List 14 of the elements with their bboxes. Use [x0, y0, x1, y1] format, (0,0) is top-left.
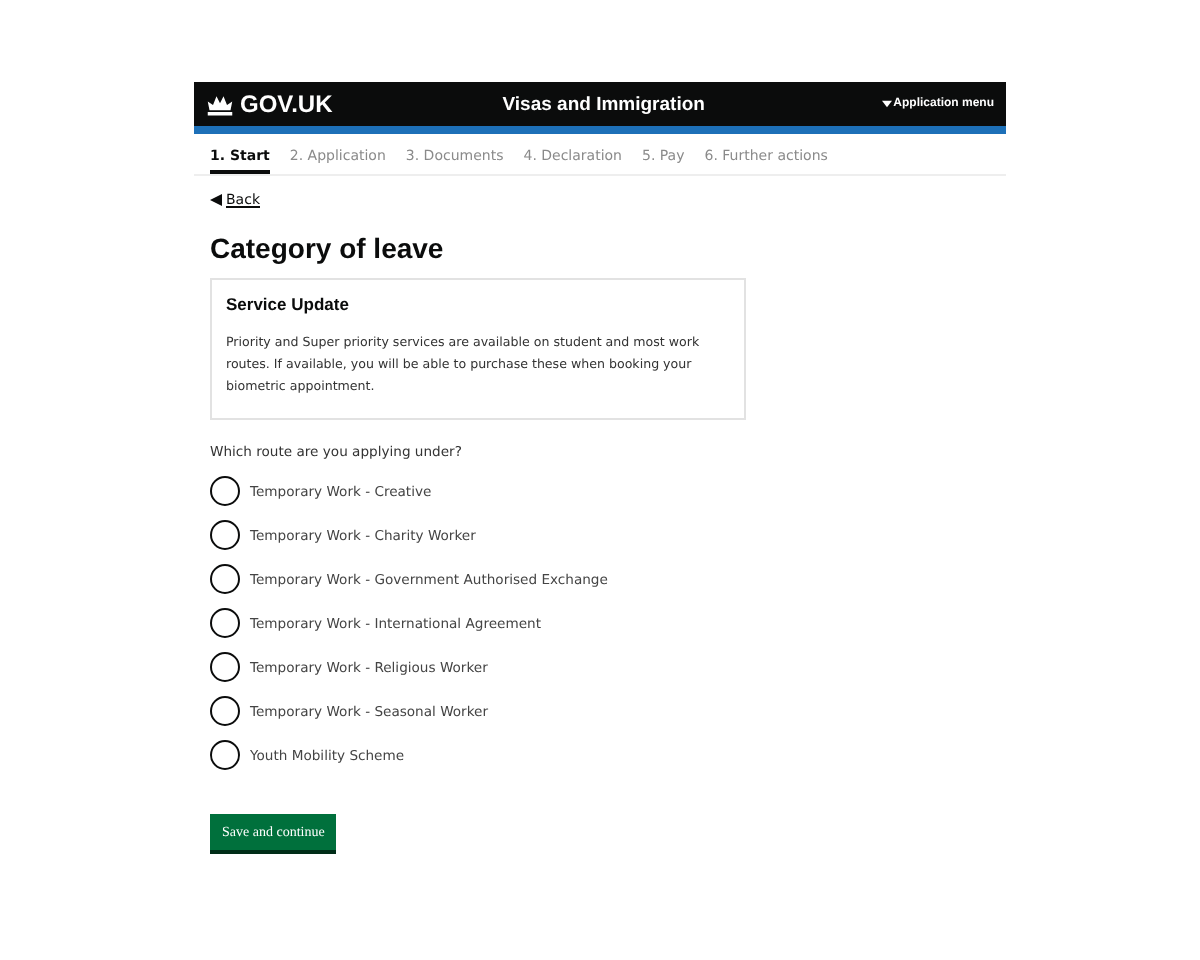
radio-button[interactable]: [210, 652, 240, 682]
radio-button[interactable]: [210, 696, 240, 726]
back-arrow-icon: [210, 194, 222, 206]
radio-button[interactable]: [210, 520, 240, 550]
radio-button[interactable]: [210, 564, 240, 594]
service-name: Visas and Immigration: [502, 93, 705, 115]
radio-button[interactable]: [210, 476, 240, 506]
caret-icon: [881, 100, 892, 108]
page-title: Category of leave: [210, 232, 446, 264]
radio-button[interactable]: [210, 740, 240, 770]
notice-heading: Service Update: [226, 294, 351, 314]
logo-text[interactable]: GOV.UK: [240, 90, 333, 118]
radio-button[interactable]: [210, 608, 240, 638]
crown-icon: [206, 93, 234, 115]
